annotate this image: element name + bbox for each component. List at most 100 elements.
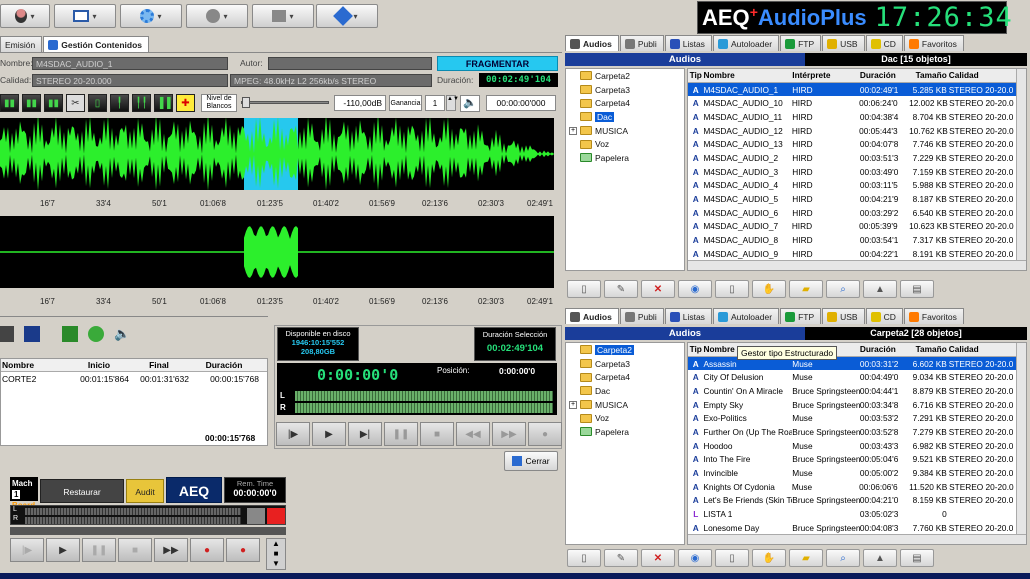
settings-button[interactable]: ▾ [120, 4, 182, 28]
table-row[interactable]: A Lonesome Day Bruce Springsteen 00:04:08'3… [688, 521, 1026, 535]
tree-node[interactable]: Carpeta4 [566, 96, 684, 110]
tab-usb[interactable]: USB [822, 35, 865, 51]
table-row[interactable]: A Exo-Politics Muse 00:03:53'2 7.291 KB STERE… [688, 411, 1026, 425]
stop-button[interactable]: ▾ [252, 4, 314, 28]
table-row[interactable]: A M4SDAC_AUDIO_1 HIRD 00:02:49'1 5.285 KB STE… [688, 82, 1026, 97]
drop-icon[interactable]: ▲ [863, 549, 897, 567]
cut-tool-1[interactable] [0, 326, 14, 342]
table-row[interactable]: A Countin' On A Miracle Bruce Springsteen 0… [688, 384, 1026, 398]
waveform-main[interactable] [0, 118, 554, 190]
tab-publi[interactable]: Publi [619, 308, 664, 324]
export-icon[interactable] [62, 326, 78, 342]
fade-out-tool[interactable]: ╿╿ [132, 94, 151, 112]
zoom-tool[interactable]: ▯ [88, 94, 107, 112]
table-row[interactable]: A M4SDAC_AUDIO_10 HIRD 00:06:24'0 12.002 KB S… [688, 96, 1026, 110]
table-row[interactable]: A Further On (Up The Roa Bruce Springsteen… [688, 425, 1026, 439]
board-record-button-1[interactable]: ● [190, 538, 224, 562]
autor-field[interactable] [268, 57, 432, 70]
play-icon[interactable]: ◉ [678, 549, 712, 567]
tree-node[interactable]: Voz [566, 411, 684, 425]
tab-emision[interactable]: Emisión [0, 36, 43, 52]
tree-node[interactable]: Carpeta2 [566, 343, 684, 357]
tab-listas[interactable]: Listas [664, 35, 712, 51]
tree-node[interactable]: Carpeta3 [566, 83, 684, 97]
expand-icon[interactable]: + [569, 126, 577, 135]
save-icon[interactable] [24, 326, 40, 342]
folder-icon[interactable]: ▰ [789, 549, 823, 567]
play-button[interactable]: ▶ [312, 422, 346, 446]
board-record-button-2[interactable]: ● [226, 538, 260, 562]
close-button[interactable]: Cerrar [504, 451, 558, 471]
window-button[interactable]: ▾ [54, 4, 116, 28]
tree-node[interactable]: Carpeta4 [566, 370, 684, 384]
tab-ftp[interactable]: FTP [780, 35, 822, 51]
tab-favoritos[interactable]: Favoritos [903, 308, 964, 324]
board-play-button[interactable]: ▶ [46, 538, 80, 562]
pencil-icon[interactable]: ✎ [604, 549, 638, 567]
table-row[interactable]: A M4SDAC_AUDIO_12 HIRD 00:05:44'3 10.762 KB S… [688, 124, 1026, 138]
table-row[interactable]: A M4SDAC_AUDIO_8 HIRD 00:03:54'1 7.317 KB STE… [688, 233, 1026, 247]
tab-favoritos[interactable]: Favoritos [903, 35, 964, 51]
book-icon[interactable]: ▤ [900, 280, 934, 298]
search-icon[interactable]: ⌕ [826, 549, 860, 567]
column-header[interactable]: Tamaño [910, 70, 949, 80]
waveform-selection[interactable] [0, 216, 554, 288]
tree-node[interactable]: Papelera [566, 151, 684, 165]
pencil-icon[interactable]: ✎ [604, 280, 638, 298]
tab-usb[interactable]: USB [822, 308, 865, 324]
copy-icon[interactable]: ▯ [715, 549, 749, 567]
board-stop-button[interactable]: ■ [118, 538, 152, 562]
stop-button[interactable]: ■ [420, 422, 454, 446]
table-row[interactable]: A M4SDAC_AUDIO_6 HIRD 00:03:29'2 6.540 KB STE… [688, 206, 1026, 220]
play-icon[interactable]: ◉ [678, 280, 712, 298]
tree-node[interactable]: Papelera [566, 425, 684, 439]
scissors-icon[interactable]: ✂ [66, 94, 85, 112]
tree-node[interactable]: Dac [566, 384, 684, 398]
tab-cd[interactable]: CD [865, 35, 903, 51]
tree-node[interactable]: Carpeta2 [566, 69, 684, 83]
nombre-field[interactable]: M4SDAC_AUDIO_1 [32, 57, 228, 70]
fade-in-tool[interactable]: ╿ [110, 94, 129, 112]
tab-audios[interactable]: Audios [565, 308, 619, 324]
gain-slider[interactable] [241, 97, 329, 108]
vertical-scrollbar[interactable] [1016, 343, 1026, 544]
table-row[interactable]: A Invincible Muse 00:05:00'2 9.384 KB STEREO … [688, 466, 1026, 480]
speaker-icon[interactable]: 🔈 [114, 326, 130, 342]
waveform-tool-1[interactable]: ▮▮ [0, 94, 19, 112]
table-row[interactable]: A M4SDAC_AUDIO_5 HIRD 00:04:21'9 8.187 KB STE… [688, 192, 1026, 206]
drop-icon[interactable]: ▲ [863, 280, 897, 298]
waveform-tool-3[interactable]: ▮▮ [44, 94, 63, 112]
refresh-icon[interactable] [88, 326, 104, 342]
forward-button[interactable]: ▶▶ [492, 422, 526, 446]
tree-node[interactable]: + MUSICA [566, 398, 684, 412]
table-row[interactable]: A Empty Sky Bruce Springsteen 00:03:34'8 6.7… [688, 398, 1026, 412]
table-row[interactable]: A M4SDAC_AUDIO_4 HIRD 00:03:11'5 5.988 KB STE… [688, 179, 1026, 193]
table-row[interactable]: L LISTA 1 03:05:02'3 0 [688, 507, 1026, 521]
board-forward-button[interactable]: ▶▶ [154, 538, 188, 562]
column-header[interactable]: Calidad [949, 70, 1026, 80]
rewind-button[interactable]: ◀◀ [456, 422, 490, 446]
new-icon[interactable]: ▯ [567, 280, 601, 298]
table-row[interactable]: A Hoodoo Muse 00:03:43'3 6.982 KB STEREO 20-2… [688, 439, 1026, 453]
table-row[interactable]: A City Of Delusion Muse 00:04:49'0 9.034 KB S… [688, 370, 1026, 384]
table-row[interactable]: A M4SDAC_AUDIO_9 HIRD 00:04:22'1 8.191 KB STE… [688, 247, 1026, 261]
delete-icon[interactable]: ✕ [641, 280, 675, 298]
copy-icon[interactable]: ▯ [715, 280, 749, 298]
play-from-start-button[interactable]: |▶ [276, 422, 310, 446]
tab-publi[interactable]: Publi [619, 35, 664, 51]
board-pause-button[interactable]: ❚❚ [82, 538, 116, 562]
edit-button[interactable]: ▾ [316, 4, 378, 28]
column-header[interactable]: Intérprete [792, 70, 860, 80]
tab-gestion-contenidos[interactable]: Gestión Contenidos [43, 36, 149, 52]
restaurar-button[interactable]: Restaurar [40, 479, 124, 503]
book-icon[interactable]: ▤ [900, 549, 934, 567]
speaker-icon[interactable]: 🔈 [460, 95, 480, 112]
ganancia-spinner[interactable]: ▲▼ [446, 95, 459, 111]
horizontal-scrollbar[interactable] [688, 260, 1026, 270]
table-row[interactable]: A Knights Of Cydonia Muse 00:06:06'6 11.520 … [688, 480, 1026, 494]
expand-icon[interactable]: + [569, 400, 577, 409]
table-row[interactable]: A Into The Fire Bruce Springsteen 00:05:04'… [688, 453, 1026, 467]
table-row[interactable]: A M4SDAC_AUDIO_3 HIRD 00:03:49'0 7.159 KB STE… [688, 165, 1026, 179]
tab-listas[interactable]: Listas [664, 308, 712, 324]
tab-cd[interactable]: CD [865, 308, 903, 324]
